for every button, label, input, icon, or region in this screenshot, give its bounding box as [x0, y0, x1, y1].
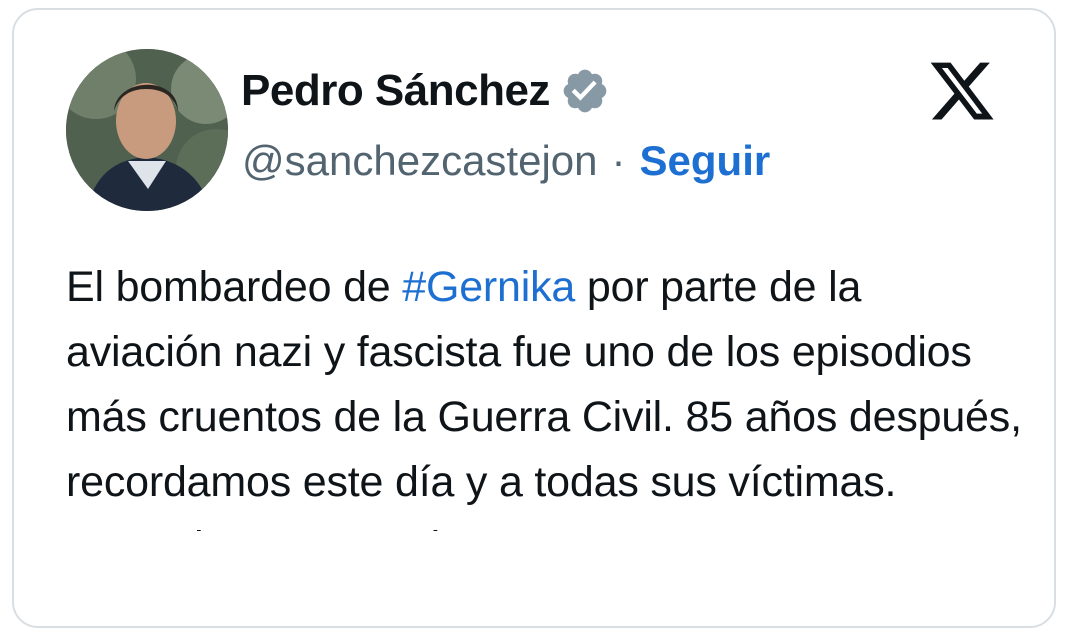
follow-button[interactable]: Seguir	[640, 140, 771, 182]
author-name-row: Pedro Sánchez	[241, 66, 610, 116]
hashtag-link[interactable]: #Gernika	[402, 263, 575, 311]
author-handle-row: @sanchezcastejon · Seguir	[242, 140, 770, 182]
avatar[interactable]	[66, 49, 228, 211]
author-handle[interactable]: @sanchezcastejon	[242, 140, 598, 182]
dot-separator: ·	[611, 137, 626, 184]
x-logo-icon[interactable]	[925, 56, 999, 126]
avatar-photo	[66, 49, 228, 211]
tweet-body: El bombardeo de #Gernika por parte de la…	[66, 255, 1026, 531]
tweet-text: El bombardeo de #Gernika por parte de la…	[66, 255, 1026, 531]
tweet-text-before: El bombardeo de	[66, 263, 403, 311]
verified-badge-icon	[560, 66, 610, 116]
author-display-name[interactable]: Pedro Sánchez	[241, 69, 550, 113]
